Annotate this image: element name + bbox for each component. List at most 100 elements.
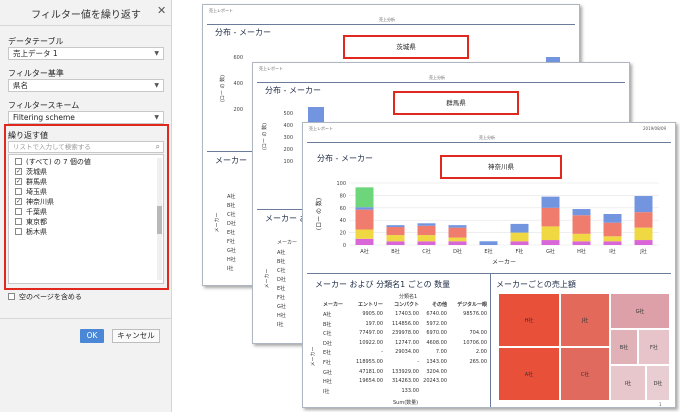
bar-segment: [386, 235, 405, 242]
data-table-select[interactable]: 売上データ 1 ▼: [8, 47, 164, 60]
prefecture-filter-label: 神奈川県: [440, 155, 562, 179]
bar-segment: [355, 229, 374, 239]
table-column-header: デジタル一眼: [457, 302, 487, 308]
bar-segment: [355, 209, 374, 230]
table-cell: 118955.00: [355, 359, 383, 365]
treemap-cell: I社: [610, 365, 646, 401]
table-cell: 77497.00: [359, 330, 383, 337]
table-cell: 6740.00: [426, 311, 447, 317]
corner-left-text: 売上レポート: [259, 66, 283, 71]
bar-segment: [386, 227, 405, 236]
bar-segment: [417, 223, 436, 226]
table-column-header: メーカー: [323, 302, 344, 308]
report-header: 売上分析: [379, 17, 395, 22]
x-tick-label: B社: [391, 248, 399, 255]
filter-scheme-select[interactable]: Filtering scheme ▼: [8, 111, 164, 124]
filter-basis-value: 県名: [13, 81, 28, 90]
table-cell: 10706.00: [463, 339, 487, 346]
table-cell: 12747.00: [395, 339, 419, 346]
table-row-header: B社: [323, 321, 332, 328]
bar-segment: [603, 241, 622, 245]
table-row-header: G社: [323, 369, 332, 376]
x-tick-label: A社: [360, 248, 368, 255]
checkbox[interactable]: [8, 293, 15, 300]
bar-segment: [510, 232, 529, 242]
bar-segment: [510, 241, 529, 245]
y-tick-label: 0: [343, 243, 346, 249]
treemap: H社 J社 A社 C社 G社 B社 F社 I社 D社: [498, 293, 670, 401]
bar-segment: [448, 241, 467, 245]
bar-segment: [386, 225, 405, 228]
y-tick-label: 20: [340, 231, 346, 237]
bar-segment: [448, 227, 467, 238]
data-table-value: 売上データ 1: [13, 49, 58, 58]
repeat-filter-dialog: フィルター値を繰り返す ✕ データテーブル 売上データ 1 ▼ フィルター基準 …: [0, 0, 172, 412]
dist-pane-title: 分布 - メーカー: [317, 154, 373, 163]
table-footer: Sum(数量): [393, 400, 419, 406]
table-cell: 29034.00: [395, 349, 419, 356]
table-cell: -: [417, 359, 419, 365]
bar-segment: [355, 238, 374, 245]
y-tick-label: 100: [336, 181, 346, 187]
table-row-header: C社: [323, 331, 332, 338]
y-tick-label: 40: [340, 218, 346, 224]
bar-segment: [386, 241, 405, 245]
y-axis-label: (ロー の 数): [262, 122, 269, 151]
bar-segment: [417, 225, 436, 236]
cancel-button[interactable]: キャンセル: [112, 329, 160, 343]
cross-table: メーカー エントリー コンパクト その他 デジタル一眼 A社 9905.00 17403.00…: [323, 301, 489, 401]
table-cell: 2.00: [475, 349, 487, 356]
table-row-header: F社: [323, 360, 331, 366]
bar-segment: [417, 235, 436, 242]
bar-segment: [417, 241, 436, 245]
table-cell: 265.00: [469, 359, 488, 365]
table-cell: 114856.00: [391, 320, 419, 327]
bar-segment: [603, 214, 622, 223]
ok-button[interactable]: OK: [80, 329, 104, 343]
x-tick-label: F社: [516, 248, 524, 255]
filter-basis-select[interactable]: 県名 ▼: [8, 79, 164, 92]
row-axis-label: メーカー: [264, 268, 271, 289]
table-cell: 17403.00: [395, 311, 419, 317]
chevron-down-icon: ▼: [154, 82, 159, 89]
bar-segment: [541, 207, 560, 227]
table-cell: 47181.00: [359, 368, 383, 375]
treemap-cell: B社: [610, 329, 638, 365]
footer-divider: [0, 318, 172, 319]
treemap-cell: D社: [646, 365, 670, 401]
treemap-cell: F社: [638, 329, 670, 365]
chevron-down-icon: ▼: [154, 50, 159, 57]
treemap-cell: H社: [498, 293, 560, 347]
table-row-header: D社: [323, 340, 332, 347]
y-tick-label: 80: [340, 193, 346, 199]
bar-segment: [572, 241, 591, 245]
maker-column-header: メーカー: [277, 240, 298, 246]
highlight-frame: [4, 124, 169, 290]
bar-segment: [572, 209, 591, 216]
close-icon[interactable]: ✕: [157, 4, 166, 17]
bar-segment: [634, 240, 653, 245]
table-row-header: H社: [323, 379, 332, 386]
dist-pane-title: 分布 - メーカー: [215, 28, 271, 37]
table-cell: 19654.00: [359, 378, 383, 385]
bar-segment: [448, 237, 467, 242]
table-cell: 5972.00: [426, 320, 447, 327]
report-page-3: 売上レポート 2019/08/09 売上分析 分布 - メーカー 神奈川県 10…: [302, 122, 676, 408]
table-cell: 10922.00: [359, 339, 383, 346]
maker-pane-title: メーカー: [215, 156, 247, 165]
prefecture-filter-label: 茨城県: [343, 35, 469, 59]
filter-basis-label: フィルター基準: [8, 69, 64, 78]
table-row-header: I社: [323, 388, 330, 395]
bar-segment: [572, 233, 591, 242]
page-number: 1: [659, 402, 662, 407]
x-tick-label: E社: [484, 248, 492, 255]
table-cell: 6970.00: [426, 330, 447, 337]
stacked-bar-chart: 100 80 60 40 20 0 A社 B社 C社 D社 E社 F社 G社 H社 I社 J社メーカー (ロー …: [315, 181, 659, 266]
x-tick-label: H社: [577, 248, 586, 255]
table-cell: 314263.00: [391, 378, 419, 385]
bar-segment: [541, 196, 560, 208]
table-cell: 133929.00: [391, 368, 419, 375]
x-tick-label: I社: [609, 248, 615, 255]
filter-scheme-value: Filtering scheme: [13, 113, 75, 122]
bar-segment: [634, 196, 653, 213]
